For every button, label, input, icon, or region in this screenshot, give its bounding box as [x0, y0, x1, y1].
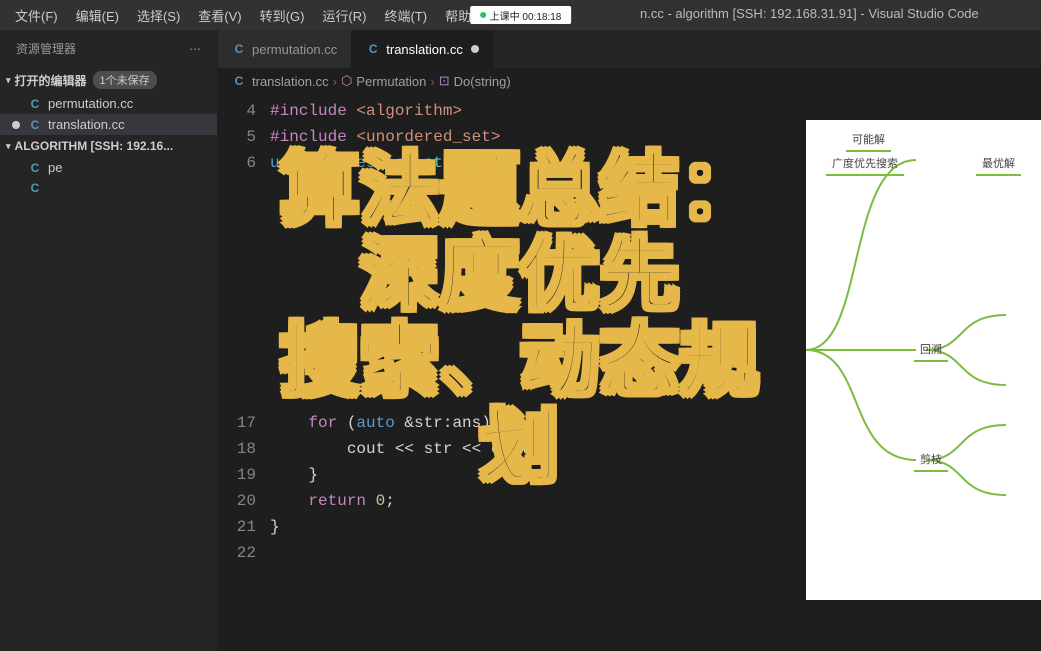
tab-label: translation.cc: [386, 42, 463, 57]
workspace-file-other[interactable]: C: [0, 178, 217, 198]
method-icon: ⊡: [439, 73, 450, 89]
menu-edit[interactable]: 编辑(E): [67, 2, 128, 29]
mindmap-node: 广度优先搜索: [826, 152, 904, 176]
tab-translation[interactable]: C translation.cc: [352, 30, 494, 68]
mindmap-node: 回溯: [914, 338, 948, 362]
title-status-pill: 上课中 00:18:18: [470, 6, 572, 24]
window-title: n.cc - algorithm [SSH: 192.168.31.91] - …: [640, 6, 979, 21]
menu-select[interactable]: 选择(S): [128, 2, 189, 29]
unsaved-badge: 1个未保存: [93, 71, 157, 89]
file-label: translation.cc: [48, 117, 125, 132]
workspace-section[interactable]: ▾ ALGORITHM [SSH: 192.16...: [0, 135, 217, 157]
menu-run[interactable]: 运行(R): [313, 2, 375, 29]
cpp-file-icon: C: [28, 97, 42, 111]
explorer-sidebar: 资源管理器 ⋯ ▾ 打开的编辑器 1个未保存 C permutation.cc …: [0, 30, 218, 651]
cpp-file-icon: C: [232, 42, 246, 56]
menu-goto[interactable]: 转到(G): [251, 2, 314, 29]
status-text: 上课中 00:18:18: [490, 8, 562, 23]
more-icon[interactable]: ⋯: [189, 42, 201, 56]
breadcrumb[interactable]: C translation.cc › ⬡ Permutation › ⊡ Do(…: [218, 68, 1041, 94]
class-icon: ⬡: [341, 73, 352, 89]
cpp-file-icon: C: [232, 74, 246, 88]
menu-terminal[interactable]: 终端(T): [375, 2, 436, 29]
mindmap-node: 最优解: [976, 152, 1021, 176]
breadcrumb-file: translation.cc: [252, 74, 329, 89]
status-dot-icon: [480, 12, 486, 18]
line-gutter: 4 5 6 17 18 19 20 21 22: [218, 98, 270, 651]
chevron-right-icon: ›: [333, 74, 337, 89]
modified-dot-icon: [471, 45, 479, 53]
open-editor-translation[interactable]: C translation.cc: [0, 114, 217, 135]
editor-tabs: C permutation.cc C translation.cc: [218, 30, 1041, 68]
explorer-title: 资源管理器: [16, 40, 76, 57]
breadcrumb-class: Permutation: [356, 74, 426, 89]
menu-view[interactable]: 查看(V): [189, 2, 250, 29]
chevron-down-icon: ▾: [6, 141, 11, 152]
breadcrumb-method: Do(string): [454, 74, 511, 89]
explorer-header: 资源管理器 ⋯: [0, 30, 217, 67]
tab-permutation[interactable]: C permutation.cc: [218, 30, 352, 68]
file-label: pe: [48, 160, 62, 175]
open-editor-permutation[interactable]: C permutation.cc: [0, 93, 217, 114]
cpp-file-icon: C: [28, 181, 42, 195]
mindmap-node: 剪枝: [914, 448, 948, 472]
workspace-file-pe[interactable]: C pe: [0, 157, 217, 178]
tab-label: permutation.cc: [252, 42, 337, 57]
cpp-file-icon: C: [28, 161, 42, 175]
mindmap-panel: 可能解 广度优先搜索 最优解 回溯 剪枝: [806, 120, 1041, 600]
chevron-down-icon: ▾: [6, 75, 11, 86]
cpp-file-icon: C: [28, 118, 42, 132]
menu-file[interactable]: 文件(F): [6, 2, 67, 29]
mindmap-node: 可能解: [846, 128, 891, 152]
open-editors-section[interactable]: ▾ 打开的编辑器 1个未保存: [0, 67, 217, 93]
file-label: permutation.cc: [48, 96, 133, 111]
cpp-file-icon: C: [366, 42, 380, 56]
open-editors-label: 打开的编辑器: [15, 72, 87, 89]
workspace-label: ALGORITHM [SSH: 192.16...: [15, 139, 174, 153]
chevron-right-icon: ›: [430, 74, 434, 89]
modified-dot-icon: [12, 121, 20, 129]
